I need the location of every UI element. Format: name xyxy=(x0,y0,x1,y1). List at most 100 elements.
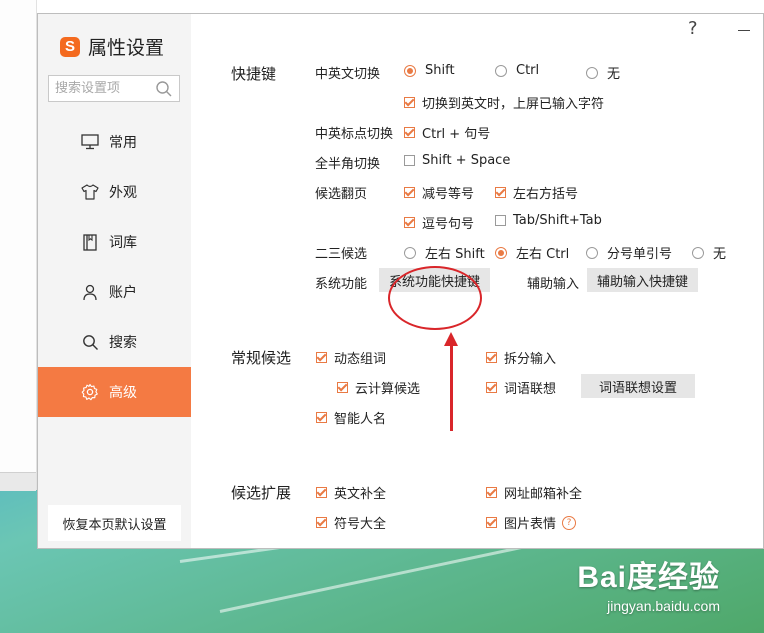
option-label: 智能人名 xyxy=(334,412,387,427)
search-icon[interactable] xyxy=(155,80,173,98)
watermark: Bai度经验 jingyan.baidu.com xyxy=(577,552,720,614)
nav-item-common[interactable]: 常用 xyxy=(38,117,191,167)
help-button[interactable]: ? xyxy=(688,18,698,39)
search-icon xyxy=(80,332,100,352)
second-third-none-radio[interactable]: 无 xyxy=(692,243,726,262)
nav-item-search[interactable]: 搜索 xyxy=(38,317,191,367)
user-icon xyxy=(80,282,100,302)
option-label: 减号等号 xyxy=(422,187,475,202)
sidebar: S 属性设置 常用 外观 词库 账户 搜索 高级 xyxy=(38,14,191,548)
monitor-icon xyxy=(80,132,100,152)
system-function-label: 系统功能 xyxy=(315,277,368,292)
nav-label: 搜索 xyxy=(109,335,137,351)
url-email-complete-checkbox[interactable]: 网址邮箱补全 xyxy=(486,483,582,502)
second-third-label: 二三候选 xyxy=(315,247,368,262)
option-label: Shift xyxy=(425,63,455,78)
nav-label: 常用 xyxy=(109,135,137,151)
symbols-checkbox[interactable]: 符号大全 xyxy=(316,513,386,532)
minimize-button[interactable] xyxy=(738,30,750,31)
checkbox-indicator xyxy=(495,187,506,198)
checkbox-indicator xyxy=(495,215,506,226)
width-switch-checkbox[interactable]: Shift + Space xyxy=(404,153,510,168)
commit-on-switch-checkbox[interactable]: 切换到英文时，上屏已输入字符 xyxy=(404,93,604,112)
cn-en-switch-shift-radio[interactable]: Shift xyxy=(404,63,455,78)
cn-en-switch-none-radio[interactable]: 无 xyxy=(586,63,620,82)
option-label: 切换到英文时，上屏已输入字符 xyxy=(422,97,605,112)
option-label: 网址邮箱补全 xyxy=(504,487,583,502)
second-third-semicolon-radio[interactable]: 分号单引号 xyxy=(586,243,672,262)
nav-label: 外观 xyxy=(109,185,137,201)
word-association-settings-button[interactable]: 词语联想设置 xyxy=(581,374,696,398)
width-switch-label: 全半角切换 xyxy=(315,157,381,172)
watermark-logo: Bai度经验 xyxy=(577,561,720,594)
gear-icon xyxy=(80,382,100,402)
app-title: 属性设置 xyxy=(88,37,165,59)
smart-names-checkbox[interactable]: 智能人名 xyxy=(316,408,386,427)
split-input-checkbox[interactable]: 拆分输入 xyxy=(486,348,556,367)
cn-en-switch-ctrl-radio[interactable]: Ctrl xyxy=(495,63,539,78)
nav-item-advanced[interactable]: 高级 xyxy=(38,367,191,417)
checkbox-indicator xyxy=(316,412,327,423)
assist-shortcuts-button[interactable]: 辅助输入快捷键 xyxy=(587,268,699,292)
page-turn-minus-equal-checkbox[interactable]: 减号等号 xyxy=(404,183,474,202)
option-label: 云计算候选 xyxy=(355,382,421,397)
option-label: 词语联想 xyxy=(504,382,557,397)
checkbox-indicator xyxy=(486,352,497,363)
page-turn-label: 候选翻页 xyxy=(315,187,368,202)
option-label: 无 xyxy=(713,247,727,262)
assist-input-label: 辅助输入 xyxy=(527,277,580,292)
cloud-candidate-checkbox[interactable]: 云计算候选 xyxy=(337,378,420,397)
checkbox-indicator xyxy=(316,352,327,363)
nav-label: 高级 xyxy=(109,385,137,401)
dynamic-phrase-checkbox[interactable]: 动态组词 xyxy=(316,348,386,367)
option-label: 拆分输入 xyxy=(504,352,557,367)
nav-item-lexicon[interactable]: 词库 xyxy=(38,217,191,267)
background-window-strip xyxy=(0,0,37,490)
checkbox-indicator xyxy=(404,217,415,228)
nav-item-appearance[interactable]: 外观 xyxy=(38,167,191,217)
option-label: Tab/Shift+Tab xyxy=(513,213,602,228)
watermark-url: jingyan.baidu.com xyxy=(607,598,720,614)
option-label: 分号单引号 xyxy=(607,247,673,262)
second-third-ctrl-radio[interactable]: 左右 Ctrl xyxy=(495,243,569,262)
option-label: Ctrl + 句号 xyxy=(422,127,491,142)
book-icon xyxy=(80,232,100,252)
nav-item-account[interactable]: 账户 xyxy=(38,267,191,317)
punct-switch-label: 中英标点切换 xyxy=(315,127,394,142)
image-emoji-checkbox[interactable]: 图片表情? xyxy=(486,513,577,532)
sogou-logo-icon: S xyxy=(60,36,80,57)
page-turn-tab-checkbox[interactable]: Tab/Shift+Tab xyxy=(495,213,602,228)
option-label: 动态组词 xyxy=(334,352,387,367)
page-turn-brackets-checkbox[interactable]: 左右方括号 xyxy=(495,183,578,202)
option-label: Shift + Space xyxy=(422,153,511,168)
section-title-candidates: 常规候选 xyxy=(231,349,292,367)
option-label: Ctrl xyxy=(516,63,540,78)
settings-window: S 属性设置 常用 外观 词库 账户 搜索 高级 xyxy=(37,13,764,549)
restore-defaults-button[interactable]: 恢复本页默认设置 xyxy=(48,505,181,541)
checkbox-indicator xyxy=(404,187,415,198)
punct-switch-checkbox[interactable]: Ctrl + 句号 xyxy=(404,123,490,142)
checkbox-indicator xyxy=(486,517,497,528)
word-association-checkbox[interactable]: 词语联想 xyxy=(486,378,556,397)
radio-indicator xyxy=(495,64,507,77)
annotation-circle xyxy=(388,266,482,330)
cn-en-switch-label: 中英文切换 xyxy=(315,67,381,82)
background-scrollbar xyxy=(0,472,36,491)
checkbox-indicator xyxy=(486,487,497,498)
settings-search xyxy=(48,75,180,102)
section-title-extensions: 候选扩展 xyxy=(231,484,292,502)
shirt-icon xyxy=(80,182,100,202)
option-label: 左右 Shift xyxy=(425,247,485,262)
radio-indicator xyxy=(586,246,598,259)
radio-indicator xyxy=(495,246,507,259)
second-third-shift-radio[interactable]: 左右 Shift xyxy=(404,243,485,262)
english-complete-checkbox[interactable]: 英文补全 xyxy=(316,483,386,502)
app-header: S 属性设置 xyxy=(60,33,164,60)
settings-search-input[interactable] xyxy=(49,76,155,101)
checkbox-indicator xyxy=(404,97,415,108)
radio-indicator xyxy=(404,246,416,259)
checkbox-indicator xyxy=(337,382,348,393)
help-circle-icon[interactable]: ? xyxy=(562,515,577,530)
page-turn-comma-period-checkbox[interactable]: 逗号句号 xyxy=(404,213,474,232)
section-title-shortcuts: 快捷键 xyxy=(231,65,277,83)
